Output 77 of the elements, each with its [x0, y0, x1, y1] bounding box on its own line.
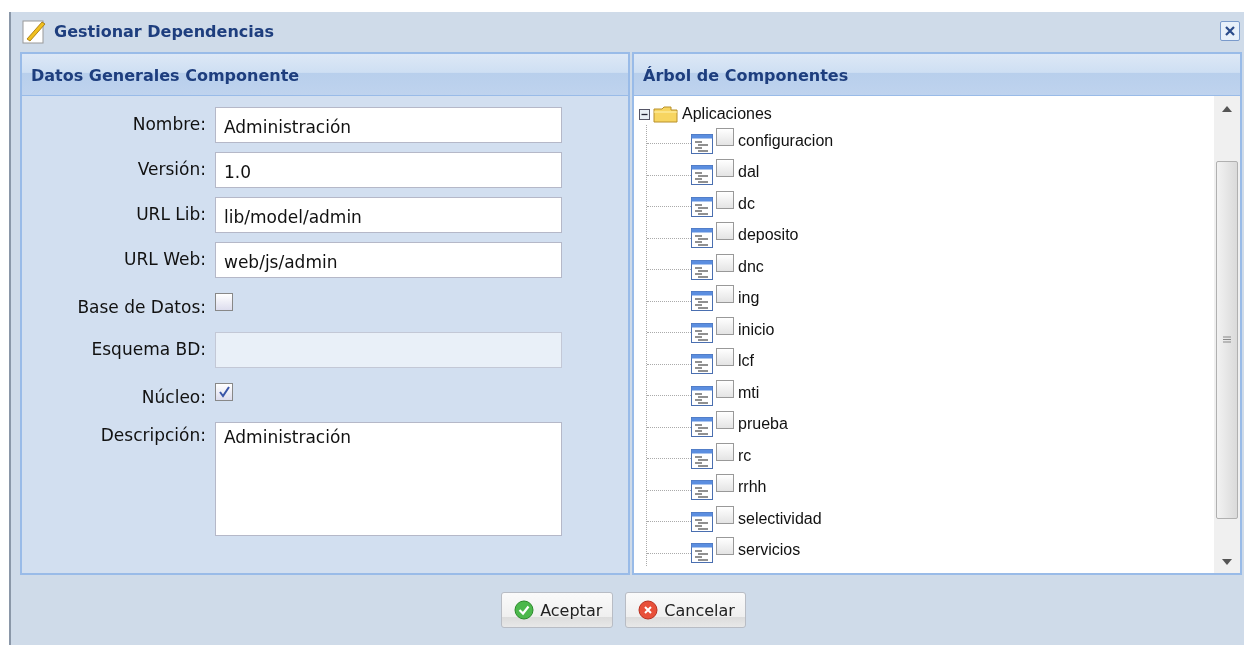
component-icon	[691, 448, 713, 469]
checkbox[interactable]	[716, 253, 734, 272]
tree-item[interactable]: rrhh	[738, 478, 767, 497]
tree-item[interactable]: ing	[738, 289, 760, 308]
tree-item[interactable]: selectividad	[738, 509, 822, 528]
close-button[interactable]	[1220, 21, 1240, 41]
checkbox[interactable]	[716, 411, 734, 430]
checkbox[interactable]	[215, 383, 233, 401]
accept-button[interactable]: Aceptar	[501, 592, 614, 628]
input-field[interactable]: 1.0	[215, 152, 562, 188]
checkbox[interactable]	[716, 222, 734, 241]
component-icon	[691, 417, 713, 438]
tree-item[interactable]: inicio	[738, 320, 775, 339]
window-title: Gestionar Dependencias	[54, 21, 276, 41]
checkbox[interactable]	[716, 442, 734, 461]
tree-item[interactable]: mti	[738, 383, 760, 402]
component-icon	[691, 228, 713, 249]
tree-item[interactable]: rc	[738, 446, 752, 465]
component-icon	[691, 133, 713, 154]
checkbox[interactable]	[716, 127, 734, 146]
minus-icon	[639, 108, 650, 120]
tree-item[interactable]: lcf	[738, 352, 754, 371]
field-label: Descripción:	[99, 424, 207, 445]
folder-icon	[653, 104, 679, 124]
checkbox[interactable]	[716, 285, 734, 304]
component-icon	[691, 165, 713, 186]
tree-item[interactable]: Aplicaciones	[682, 105, 772, 123]
component-icon	[691, 291, 713, 312]
field-label: Núcleo:	[140, 386, 207, 407]
checkbox[interactable]	[716, 474, 734, 493]
note-pencil-icon	[22, 18, 46, 44]
component-icon	[691, 543, 713, 564]
grip-icon	[1223, 336, 1231, 343]
collapse-toggle[interactable]	[639, 108, 650, 120]
checkbox[interactable]	[716, 316, 734, 335]
tree-item[interactable]: dc	[738, 194, 755, 213]
tree-item[interactable]: dal	[738, 163, 760, 182]
field-label: URL Lib:	[135, 203, 207, 224]
tree-item[interactable]: servicios	[738, 541, 801, 560]
checkbox[interactable]	[215, 293, 233, 311]
check-icon	[217, 385, 231, 399]
checkbox[interactable]	[716, 348, 734, 367]
field-label: Esquema BD:	[90, 338, 207, 359]
component-icon	[691, 480, 713, 501]
component-icon	[691, 322, 713, 343]
cancel-icon	[638, 600, 659, 620]
checkbox[interactable]	[716, 190, 734, 209]
cancel-button[interactable]: Cancelar	[625, 592, 746, 628]
panel-header: Datos Generales Componente	[22, 54, 628, 96]
checkbox[interactable]	[716, 537, 734, 556]
tree-item[interactable]: deposito	[738, 226, 799, 245]
tree-item[interactable]: dnc	[738, 257, 764, 276]
tree-item[interactable]: prueba	[738, 415, 788, 434]
input-field[interactable]: Administración	[215, 107, 562, 143]
field-label: Base de Datos:	[76, 296, 207, 317]
field-label: Nombre:	[131, 113, 207, 134]
scroll-down-icon	[1222, 559, 1232, 565]
scrollbar[interactable]	[1214, 96, 1240, 573]
text-area[interactable]: Administración	[215, 422, 562, 536]
component-icon	[691, 354, 713, 375]
scroll-thumb[interactable]	[1216, 160, 1238, 519]
field-label: URL Web:	[123, 248, 207, 269]
component-icon	[691, 385, 713, 406]
check-circle-icon	[514, 600, 535, 620]
checkbox[interactable]	[716, 505, 734, 524]
tree-item[interactable]: configuracion	[738, 131, 834, 150]
field-label: Versión:	[136, 158, 207, 179]
panel-header: Árbol de Componentes	[634, 54, 1240, 96]
component-icon	[691, 196, 713, 217]
input-field[interactable]: lib/model/admin	[215, 197, 562, 233]
input-field[interactable]: web/js/admin	[215, 242, 562, 278]
checkbox[interactable]	[716, 379, 734, 398]
component-icon	[691, 259, 713, 280]
checkbox[interactable]	[716, 159, 734, 178]
scroll-up-icon	[1222, 106, 1232, 112]
close-icon	[1224, 25, 1236, 37]
component-icon	[691, 511, 713, 532]
